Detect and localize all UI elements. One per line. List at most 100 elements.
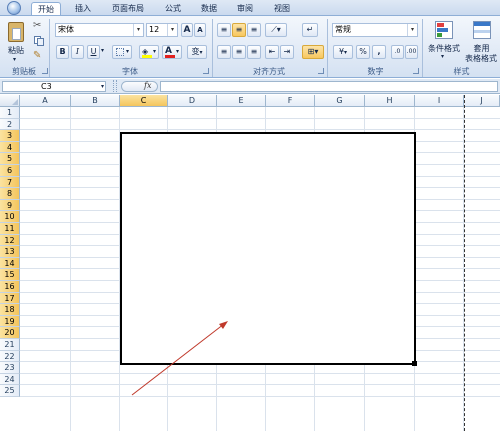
decrease-decimal-button[interactable]: .00 [405,45,418,59]
row-header-2[interactable]: 2 [0,118,20,131]
number-format-select[interactable]: 常规 ▾ [332,23,418,37]
insert-function-icon: fx [144,81,152,90]
grow-font-button[interactable]: A [181,23,193,37]
row-header-19[interactable]: 19 [0,315,20,328]
office-logo-icon [7,1,21,15]
row-header-25[interactable]: 25 [0,385,20,397]
row-header-11[interactable]: 11 [0,223,20,235]
row-header-1[interactable]: 1 [0,107,20,119]
cut-icon[interactable]: ✂ [33,20,45,32]
row-header-21[interactable]: 21 [0,339,20,351]
currency-button[interactable]: ¥▾ [333,45,353,59]
formula-bar: C3 ▾ fx [0,79,500,94]
border-icon [116,48,124,56]
format-painter-icon[interactable]: ✎ [33,50,45,62]
number-launcher-icon[interactable] [413,68,419,74]
row-header-4[interactable]: 4 [0,141,20,154]
phonetic-button[interactable]: 变▾ [187,45,207,59]
underline-dropdown-icon[interactable]: ▾ [101,47,104,54]
align-bottom-button[interactable]: ≡ [247,23,261,37]
row-header-22[interactable]: 22 [0,350,20,363]
alignment-launcher-icon[interactable] [318,68,324,74]
ribbon: 粘贴 ▾ ✂ ✎ 剪贴板 宋体 ▾ 12 ▾ A A B I U ▾ ▾ ◈ ▾… [0,15,500,78]
column-header-c[interactable]: C [120,95,168,107]
align-middle-button[interactable]: ≡ [232,23,246,37]
row-header-10[interactable]: 10 [0,211,20,223]
row-header-17[interactable]: 17 [0,292,20,305]
row-header-9[interactable]: 9 [0,199,20,212]
number-group-label: 数字 [367,67,384,76]
row-header-16[interactable]: 16 [0,281,20,293]
select-all-corner[interactable] [0,95,20,107]
percent-button[interactable]: % [356,45,370,59]
clipboard-group-label: 剪贴板 [12,67,36,76]
column-header-g[interactable]: G [315,95,365,107]
italic-button[interactable]: I [71,45,84,59]
align-top-button[interactable]: ≡ [217,23,231,37]
align-right-button[interactable]: ≡ [247,45,261,59]
column-header-d[interactable]: D [168,95,217,107]
tab-page-layout[interactable]: 页面布局 [106,2,150,16]
tab-review[interactable]: 审阅 [231,2,259,16]
rectangle-resize-handle[interactable] [412,361,417,366]
font-launcher-icon[interactable] [203,68,209,74]
row-header-14[interactable]: 14 [0,257,20,270]
column-header-h[interactable]: H [365,95,415,107]
row-header-18[interactable]: 18 [0,304,20,316]
format-as-table-button[interactable]: 套用 表格格式 [463,19,500,65]
increase-decimal-button[interactable]: .0 [391,45,404,59]
underline-button[interactable]: U [87,45,100,59]
font-color-button[interactable]: A ▾ [162,45,182,59]
row-header-5[interactable]: 5 [0,153,20,165]
column-header-i[interactable]: I [415,95,464,107]
row-header-12[interactable]: 12 [0,234,20,247]
tab-view[interactable]: 视图 [268,2,296,16]
office-button[interactable] [3,0,27,16]
tab-data[interactable]: 数据 [195,2,223,16]
tab-formulas[interactable]: 公式 [159,2,187,16]
paste-button[interactable]: 粘贴 ▾ [4,20,28,64]
row-header-8[interactable]: 8 [0,188,20,200]
row-header-15[interactable]: 15 [0,269,20,281]
borders-button[interactable]: ▾ [112,45,132,59]
formula-input[interactable] [160,81,498,92]
font-size-select[interactable]: 12 ▾ [146,23,178,37]
bold-button[interactable]: B [56,45,69,59]
clipboard-launcher-icon[interactable] [42,68,48,74]
copy-icon[interactable] [33,35,45,47]
column-header-e[interactable]: E [217,95,266,107]
align-center-button[interactable]: ≡ [232,45,246,59]
column-header-b[interactable]: B [71,95,120,107]
wrap-text-button[interactable]: ↵ [302,23,318,37]
row-header-3[interactable]: 3 [0,130,20,142]
tab-home[interactable]: 开始 [31,2,61,16]
grid-row-line [20,117,500,119]
orientation-button[interactable]: ⟋▾ [265,23,287,37]
font-size-value: 12 [149,25,160,34]
align-left-button[interactable]: ≡ [217,45,231,59]
chevron-down-icon: ▾ [100,83,104,90]
decrease-indent-button[interactable]: ⇤ [265,45,279,59]
row-header-24[interactable]: 24 [0,373,20,386]
fx-button[interactable]: fx [121,81,158,92]
row-header-13[interactable]: 13 [0,246,20,258]
paste-label: 粘贴 [8,46,24,55]
merge-center-button[interactable]: ⊞▾ [302,45,324,59]
tab-insert[interactable]: 插入 [68,2,98,16]
shrink-font-button[interactable]: A [194,23,206,37]
styles-group-label: 样式 [453,67,470,76]
column-header-a[interactable]: A [20,95,71,107]
column-header-f[interactable]: F [266,95,315,107]
grid-row-line [20,372,500,374]
row-header-6[interactable]: 6 [0,165,20,177]
fill-color-button[interactable]: ◈ ▾ [139,45,159,59]
increase-indent-button[interactable]: ⇥ [280,45,294,59]
name-box[interactable]: C3 ▾ [2,81,106,92]
comma-button[interactable]: , [372,45,386,59]
row-header-7[interactable]: 7 [0,176,20,189]
row-header-23[interactable]: 23 [0,362,20,374]
font-name-select[interactable]: 宋体 ▾ [55,23,144,37]
column-header-j[interactable]: J [464,95,500,107]
row-header-20[interactable]: 20 [0,327,20,339]
conditional-format-button[interactable]: 条件格式 ▾ [425,19,463,65]
